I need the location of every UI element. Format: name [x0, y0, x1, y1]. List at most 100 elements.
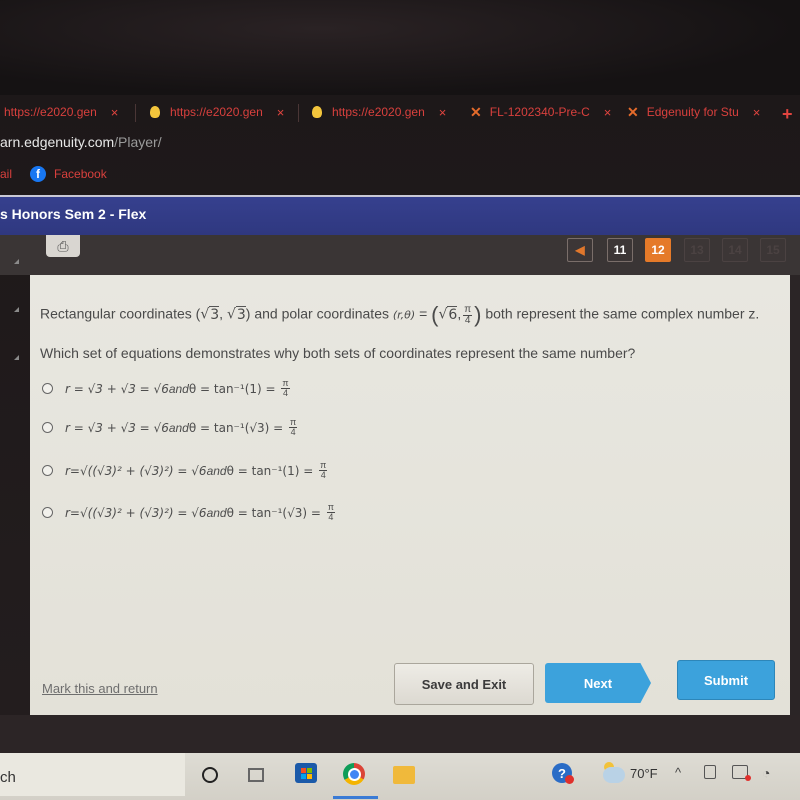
- tray-overflow-chevron-icon[interactable]: ^: [675, 765, 681, 780]
- previous-page-button[interactable]: ◀: [567, 238, 593, 262]
- meet-now-icon[interactable]: [704, 765, 716, 779]
- question-panel: Rectangular coordinates (√3, √3) and pol…: [30, 275, 800, 715]
- browser-tab-2[interactable]: https://e2020.gen ×: [150, 98, 284, 126]
- stem-fraction: π4: [463, 303, 473, 326]
- question-stem: Rectangular coordinates (√3, √3) and pol…: [40, 302, 759, 328]
- radio-button[interactable]: [42, 422, 53, 433]
- choice-theta-expression: θ = tan⁻¹(1) =: [226, 463, 318, 478]
- screen-lower-dark-area: [0, 715, 800, 753]
- chevron-left-icon: ◀: [575, 243, 585, 257]
- paren-open: (: [431, 302, 439, 327]
- page-14-button[interactable]: 14: [722, 238, 748, 262]
- answer-choice-3[interactable]: r=√((√3)² + (√3)²) = √6 and θ = tan⁻¹(1)…: [42, 461, 329, 480]
- submit-button[interactable]: Submit: [677, 660, 775, 700]
- browser-tab-3[interactable]: https://e2020.gen ×: [312, 98, 446, 126]
- stem-comma: ,: [457, 305, 462, 322]
- choice-connector: and: [168, 420, 189, 435]
- sqrt-symbol: √: [200, 306, 210, 323]
- stem-text: both represent the same complex number z…: [481, 305, 760, 322]
- browser-tab-bar: https://e2020.gen × https://e2020.gen × …: [0, 98, 800, 126]
- facebook-icon: f: [30, 166, 47, 182]
- left-sidebar-strip: [0, 235, 30, 715]
- tab-close-icon[interactable]: ×: [111, 105, 119, 120]
- activity-toolbar: ⎙: [0, 235, 800, 275]
- monitor-bezel-glare: [0, 0, 800, 95]
- mark-and-return-link[interactable]: Mark this and return: [42, 681, 158, 696]
- alert-badge-icon: [565, 775, 574, 784]
- microsoft-store-icon[interactable]: [295, 763, 317, 783]
- tab-close-icon[interactable]: ×: [753, 105, 761, 120]
- bookmark-facebook[interactable]: Facebook: [54, 167, 107, 181]
- choice-fraction: π4: [281, 378, 290, 398]
- url-path: /Player/: [114, 134, 162, 150]
- search-text: ch: [0, 769, 16, 786]
- address-bar[interactable]: arn.edgenuity.com/Player/: [0, 134, 162, 156]
- choice-fraction: π4: [319, 460, 328, 480]
- choice-connector: and: [168, 381, 189, 396]
- tab-separator: [298, 104, 299, 122]
- course-title: s Honors Sem 2 - Flex: [0, 206, 147, 222]
- new-tab-button[interactable]: +: [782, 104, 793, 125]
- lightbulb-icon: [312, 106, 322, 118]
- active-app-indicator: [333, 796, 378, 799]
- stem-radicand: 3: [209, 305, 220, 323]
- weather-cloud-icon[interactable]: [603, 767, 625, 783]
- chrome-icon[interactable]: [343, 763, 365, 785]
- choice-fraction: π4: [289, 417, 298, 437]
- store-logo: [300, 767, 312, 779]
- taskbar-search-box[interactable]: ch: [0, 753, 185, 796]
- radio-button[interactable]: [42, 507, 53, 518]
- screen: https://e2020.gen × https://e2020.gen × …: [0, 0, 800, 800]
- tab-label: https://e2020.gen: [170, 105, 263, 119]
- recording-badge-icon: [745, 775, 751, 781]
- stem-text: Rectangular coordinates (: [40, 305, 201, 322]
- save-and-exit-button[interactable]: Save and Exit: [394, 663, 534, 705]
- sidebar-marker: [14, 259, 19, 264]
- course-header: s Honors Sem 2 - Flex: [0, 195, 800, 235]
- tab-label: Edgenuity for Stu: [646, 105, 739, 119]
- printer-icon: ⎙: [57, 237, 69, 254]
- edgenuity-x-icon: ✕: [470, 103, 482, 120]
- print-button[interactable]: ⎙: [46, 235, 80, 257]
- page-12-button[interactable]: 12: [645, 238, 671, 262]
- tab-separator: [135, 104, 136, 122]
- radio-button[interactable]: [42, 465, 53, 476]
- browser-tab-4[interactable]: ✕ FL-1202340-Pre-C ×: [470, 98, 611, 126]
- tab-close-icon[interactable]: ×: [277, 105, 285, 120]
- page-11-button[interactable]: 11: [607, 238, 633, 262]
- browser-tab-5[interactable]: ✕ Edgenuity for Stu ×: [627, 98, 760, 126]
- stem-polar: (r,θ): [392, 308, 416, 322]
- sidebar-marker: [14, 307, 19, 312]
- radio-button[interactable]: [42, 383, 53, 394]
- next-button[interactable]: Next: [545, 663, 651, 703]
- panel-edge: [790, 275, 800, 715]
- lightbulb-icon: [150, 106, 160, 118]
- page-15-button[interactable]: 15: [760, 238, 786, 262]
- tab-label: FL-1202340-Pre-C: [489, 105, 590, 119]
- tab-close-icon[interactable]: ×: [439, 105, 447, 120]
- choice-connector: and: [206, 463, 227, 478]
- windows-taskbar: ch ? 70°F ^ ◔: [0, 753, 800, 800]
- choice-r-expression: r = √3 + √3 = √6: [65, 381, 169, 396]
- choice-theta-expression: θ = tan⁻¹(1) =: [188, 381, 280, 396]
- sqrt-symbol: √: [226, 306, 236, 323]
- cortana-icon[interactable]: [202, 767, 218, 783]
- sidebar-marker: [14, 355, 19, 360]
- stem-text: ,: [219, 305, 227, 322]
- tab-close-icon[interactable]: ×: [604, 105, 612, 120]
- browser-tab-1[interactable]: https://e2020.gen ×: [4, 98, 118, 126]
- wifi-icon[interactable]: ◔: [762, 765, 770, 781]
- file-explorer-icon[interactable]: [393, 766, 415, 784]
- bookmarks-bar: ail f Facebook: [0, 164, 107, 184]
- question-prompt: Which set of equations demonstrates why …: [40, 345, 636, 361]
- task-view-icon[interactable]: [248, 768, 264, 782]
- stem-radicand: 3: [235, 305, 246, 323]
- weather-temperature[interactable]: 70°F: [630, 766, 658, 781]
- choice-theta-expression: θ = tan⁻¹(√3) =: [188, 420, 288, 435]
- answer-choice-2[interactable]: r = √3 + √3 = √6 and θ = tan⁻¹(√3) = π4: [42, 418, 299, 437]
- answer-choice-4[interactable]: r=√((√3)² + (√3)²) = √6 and θ = tan⁻¹(√3…: [42, 503, 337, 522]
- answer-choice-1[interactable]: r = √3 + √3 = √6 and θ = tan⁻¹(1) = π4: [42, 379, 292, 398]
- page-13-button[interactable]: 13: [684, 238, 710, 262]
- bookmark-email[interactable]: ail: [0, 167, 12, 181]
- tab-label: https://e2020.gen: [4, 105, 97, 119]
